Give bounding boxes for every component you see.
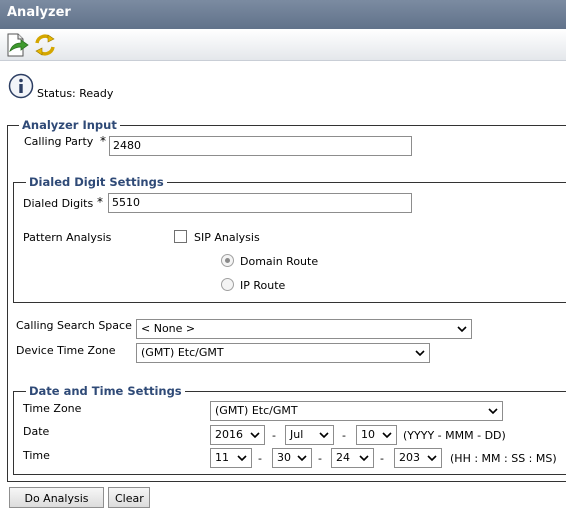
second-value: 24 bbox=[336, 451, 350, 464]
analyzer-input-legend: Analyzer Input bbox=[19, 119, 120, 132]
dialed-digit-settings-legend: Dialed Digit Settings bbox=[26, 176, 167, 189]
dialed-digits-input[interactable]: 5510 bbox=[108, 193, 412, 213]
time-format-hint: (HH : MM : SS : MS) bbox=[450, 452, 557, 465]
chevron-down-icon bbox=[488, 408, 498, 415]
device-time-zone-select[interactable]: (GMT) Etc/GMT bbox=[136, 343, 430, 363]
calling-search-space-select[interactable]: < None > bbox=[136, 319, 472, 339]
pattern-analysis-label: Pattern Analysis bbox=[23, 231, 112, 244]
info-icon bbox=[8, 73, 34, 99]
day-select[interactable]: 10 bbox=[356, 425, 397, 445]
chevron-down-icon bbox=[457, 326, 467, 333]
year-select[interactable]: 2016 bbox=[210, 425, 265, 445]
ip-route-label: IP Route bbox=[240, 279, 286, 292]
time-zone-label: Time Zone bbox=[23, 402, 82, 415]
time-label: Time bbox=[23, 449, 50, 462]
year-value: 2016 bbox=[215, 428, 243, 441]
sip-analysis-checkbox[interactable] bbox=[174, 230, 187, 243]
required-mark: * bbox=[100, 134, 106, 148]
date-separator: - bbox=[272, 429, 276, 442]
calling-party-label-text: Calling Party bbox=[24, 135, 94, 148]
minute-select[interactable]: 30 bbox=[272, 448, 312, 468]
month-select[interactable]: Jul bbox=[285, 425, 334, 445]
sip-analysis-label: SIP Analysis bbox=[194, 231, 260, 244]
millisecond-select[interactable]: 203 bbox=[394, 448, 442, 468]
calling-party-input[interactable]: 2480 bbox=[109, 136, 412, 156]
radio-selected-dot bbox=[225, 258, 230, 263]
chevron-down-icon bbox=[237, 455, 247, 462]
device-time-zone-value: (GMT) Etc/GMT bbox=[141, 346, 224, 359]
window-title: Analyzer bbox=[7, 5, 71, 20]
second-select[interactable]: 24 bbox=[331, 448, 374, 468]
chevron-down-icon bbox=[415, 350, 425, 357]
do-analysis-button[interactable]: Do Analysis bbox=[9, 487, 104, 508]
execute-icon[interactable] bbox=[4, 32, 30, 58]
toolbar bbox=[0, 29, 566, 61]
chevron-down-icon bbox=[427, 455, 437, 462]
calling-search-space-value: < None > bbox=[141, 322, 196, 335]
required-mark: * bbox=[97, 195, 103, 209]
chevron-down-icon bbox=[297, 455, 307, 462]
day-value: 10 bbox=[361, 428, 375, 441]
date-format-hint: (YYYY - MMM - DD) bbox=[403, 429, 506, 442]
time-separator: - bbox=[380, 452, 384, 465]
refresh-icon[interactable] bbox=[32, 32, 58, 58]
status-text: Status: Ready bbox=[37, 87, 114, 100]
date-separator: - bbox=[342, 429, 346, 442]
time-separator: - bbox=[318, 452, 322, 465]
chevron-down-icon bbox=[382, 432, 392, 439]
hour-select[interactable]: 11 bbox=[210, 448, 252, 468]
time-separator: - bbox=[258, 452, 262, 465]
month-value: Jul bbox=[290, 428, 304, 441]
window-title-bar: Analyzer bbox=[0, 0, 566, 29]
millisecond-value: 203 bbox=[399, 451, 420, 464]
domain-route-label: Domain Route bbox=[240, 255, 319, 268]
time-zone-select[interactable]: (GMT) Etc/GMT bbox=[210, 401, 503, 421]
calling-search-space-label: Calling Search Space bbox=[16, 319, 132, 332]
date-time-settings-legend: Date and Time Settings bbox=[26, 385, 185, 398]
chevron-down-icon bbox=[319, 432, 329, 439]
chevron-down-icon bbox=[250, 432, 260, 439]
dialed-digits-label: Dialed Digits bbox=[23, 197, 94, 210]
domain-route-radio[interactable] bbox=[221, 254, 234, 267]
ip-route-radio[interactable] bbox=[221, 278, 234, 291]
calling-party-label: Calling Party bbox=[24, 135, 93, 149]
hour-value: 11 bbox=[215, 451, 229, 464]
date-label: Date bbox=[23, 425, 50, 438]
device-time-zone-label: Device Time Zone bbox=[16, 344, 116, 357]
clear-button[interactable]: Clear bbox=[108, 487, 150, 508]
chevron-down-icon bbox=[359, 455, 369, 462]
time-zone-value: (GMT) Etc/GMT bbox=[215, 404, 298, 417]
minute-value: 30 bbox=[277, 451, 291, 464]
